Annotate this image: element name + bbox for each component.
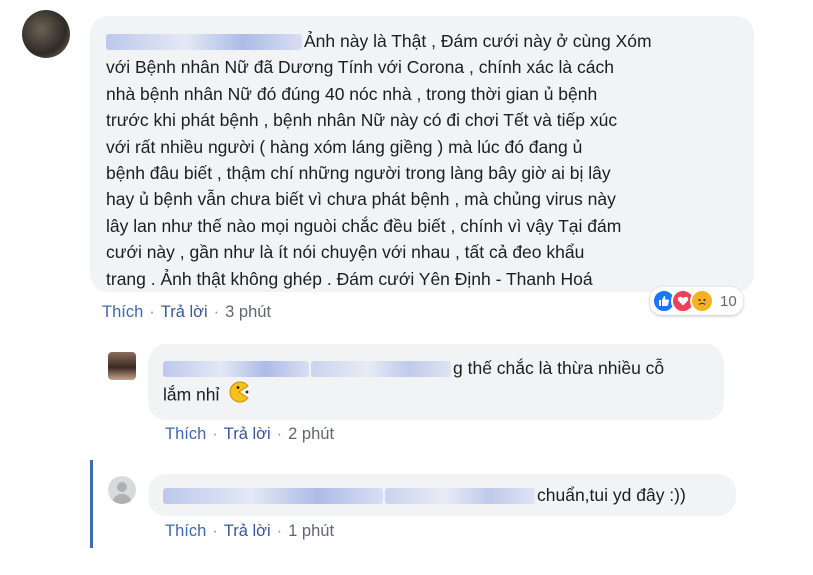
reply-thread-line — [90, 460, 93, 548]
like-button[interactable]: Thích — [165, 522, 206, 540]
avatar[interactable] — [108, 352, 136, 380]
separator: · — [213, 303, 220, 321]
comment-line: Ảnh này là Thật , Đám cưới này ở cùng Xó… — [304, 31, 652, 51]
sad-icon — [690, 289, 714, 313]
like-button[interactable]: Thích — [165, 425, 206, 443]
comment-bubble: chuẩn,tui yd đây :)) — [148, 474, 736, 516]
separator: · — [149, 303, 155, 321]
comment-line: g thế chắc là thừa nhiều cỗ — [453, 358, 665, 378]
author-name-blurred[interactable] — [163, 361, 309, 378]
comment-line: nhà bệnh nhân Nữ đó đúng 40 nóc nhà , tr… — [106, 83, 598, 104]
blur-mask — [311, 361, 451, 378]
author-name-blurred[interactable] — [163, 488, 383, 505]
comment-line: trước khi phát bệnh , bệnh nhân Nữ này c… — [106, 110, 618, 131]
comment-bubble: Ảnh này là Thật , Đám cưới này ở cùng Xó… — [90, 16, 754, 292]
blur-mask — [385, 488, 535, 505]
comment-line: trang . Ảnh thật không ghép . Đám cưới Y… — [106, 268, 593, 289]
comment-actions: Thích · Trả lời · 2 phút — [165, 425, 334, 444]
comment-line: lây lan như thế nào mọi nguòi chắc đều b… — [106, 215, 622, 236]
reply-button[interactable]: Trả lời — [224, 522, 271, 540]
comment-line: cưới này , gần như là ít nói chuyện với … — [106, 242, 585, 263]
avatar[interactable] — [22, 10, 70, 58]
comment-line: với rất nhiều người ( hàng xóm láng giền… — [106, 136, 583, 157]
timestamp[interactable]: 2 phút — [288, 425, 334, 443]
avatar[interactable] — [108, 476, 136, 504]
comment-text: lắm nhỉ — [163, 381, 710, 410]
separator: · — [212, 522, 218, 540]
comment-line: bệnh đâu biết , thậm chí những người tro… — [106, 163, 611, 184]
comment-line: chuẩn,tui yd đây :)) — [537, 485, 686, 505]
reply-button[interactable]: Trả lời — [161, 303, 208, 321]
comment-bubble: g thế chắc là thừa nhiều cỗ lắm nhỉ — [148, 344, 724, 420]
author-name-blurred[interactable] — [106, 34, 302, 51]
separator: · — [276, 522, 283, 540]
separator: · — [212, 425, 218, 443]
comment-line: lắm nhỉ — [163, 384, 220, 405]
pacman-emoji — [228, 381, 250, 410]
comment-line: hay ủ bệnh vẫn chưa biết vì chưa phát bệ… — [106, 189, 616, 210]
separator: · — [276, 425, 283, 443]
comment-actions: Thích · Trả lời · 3 phút — [102, 303, 271, 322]
timestamp[interactable]: 1 phút — [288, 522, 334, 540]
comment-line: với Bệnh nhân Nữ đã Dương Tính với Coron… — [106, 57, 614, 78]
reply-button[interactable]: Trả lời — [224, 425, 271, 443]
comment-text: g thế chắc là thừa nhiều cỗ — [163, 355, 710, 381]
timestamp[interactable]: 3 phút — [225, 303, 271, 321]
default-avatar-icon — [112, 482, 132, 504]
reaction-count: 10 — [720, 292, 737, 310]
reaction-summary[interactable]: 10 — [650, 287, 743, 315]
like-button[interactable]: Thích — [102, 303, 143, 321]
comment-text: Ảnh này là Thật , Đám cưới này ở cùng Xó… — [106, 28, 740, 54]
comment-actions: Thích · Trả lời · 1 phút — [165, 522, 334, 541]
